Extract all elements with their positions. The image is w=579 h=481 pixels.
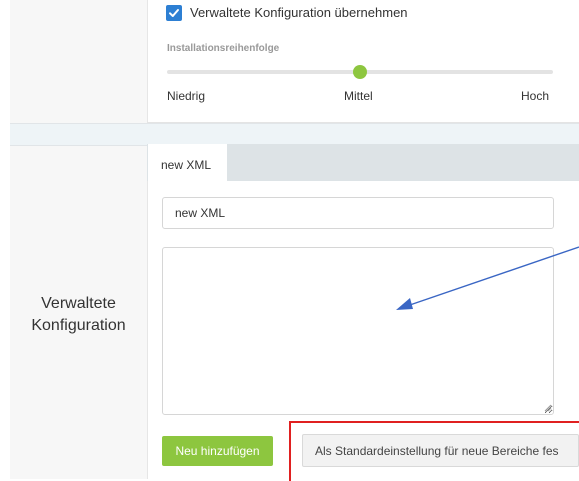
annotation-highlight-box	[289, 421, 579, 481]
tick-medium: Mittel	[344, 89, 373, 103]
add-new-button[interactable]: Neu hinzufügen	[162, 436, 273, 466]
adopt-managed-config-label: Verwaltete Konfiguration übernehmen	[190, 5, 408, 20]
tab-new-xml[interactable]: new XML	[148, 144, 227, 181]
checkmark-icon	[169, 9, 179, 17]
tick-high: Hoch	[521, 89, 550, 103]
config-name-input[interactable]	[162, 197, 554, 229]
resize-grip-icon[interactable]	[544, 404, 552, 412]
section-label: Verwaltete Konfiguration	[10, 293, 147, 337]
left-label-column	[10, 0, 147, 479]
install-order-slider-thumb[interactable]	[353, 65, 367, 79]
xml-config-textarea[interactable]	[162, 247, 554, 415]
install-order-label: Installationsreihenfolge	[167, 43, 280, 54]
tick-low: Niedrig	[167, 89, 206, 103]
adopt-managed-config-checkbox[interactable]	[166, 5, 182, 21]
section-label-line2: Konfiguration	[31, 317, 126, 334]
section-label-line1: Verwaltete	[41, 295, 116, 312]
section-separator	[10, 123, 579, 146]
